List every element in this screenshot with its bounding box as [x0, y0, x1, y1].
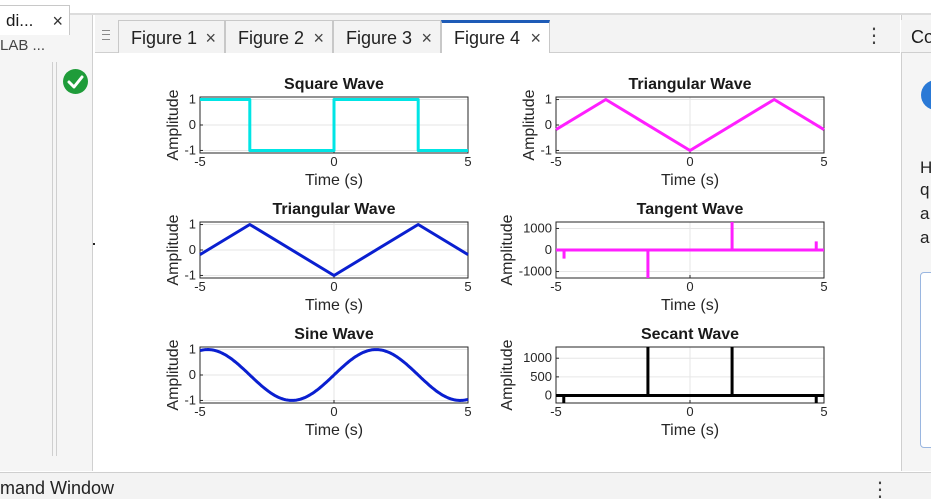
plot-title: Square Wave: [284, 76, 384, 93]
close-icon[interactable]: ×: [205, 21, 216, 55]
y-tick-label: 0: [189, 367, 196, 382]
y-axis-label: Amplitude: [165, 89, 182, 160]
x-axis-label: Time (s): [661, 297, 719, 314]
more-options-icon[interactable]: ⋮: [864, 26, 884, 46]
plot-title: Secant Wave: [641, 326, 739, 343]
x-tick-label: 5: [464, 154, 471, 169]
right-panel-text: a: [920, 204, 930, 223]
plot-title: Tangent Wave: [637, 201, 744, 218]
right-panel-text: H: [920, 158, 931, 177]
right-panel-card: [920, 272, 931, 448]
y-tick-label: -1: [184, 392, 196, 407]
x-tick-label: 0: [686, 404, 693, 419]
right-panel-text: q: [920, 180, 930, 199]
y-tick-label: -1000: [519, 264, 552, 279]
close-icon[interactable]: ×: [52, 6, 63, 35]
close-icon[interactable]: ×: [530, 23, 541, 54]
divider: [52, 62, 53, 456]
y-tick-label: 0: [189, 242, 196, 257]
y-tick-label: -1: [184, 267, 196, 282]
y-tick-label: -1: [184, 142, 196, 157]
x-tick-label: -5: [550, 404, 562, 419]
y-tick-label: 1000: [523, 220, 552, 235]
command-window-header: [0, 472, 931, 499]
tab-label: Figure 2: [238, 28, 305, 48]
left-panel-tab[interactable]: di... ×: [0, 5, 70, 35]
figure-plots: -5 0 5-101Square WaveTime (s)Amplitude-5 0 5…: [165, 76, 828, 439]
tab-label: Figure 3: [346, 28, 413, 48]
x-tick-label: 5: [464, 279, 471, 294]
x-tick-label: 0: [686, 154, 693, 169]
y-tick-label: 1: [189, 217, 196, 232]
y-tick-label: 500: [530, 369, 552, 384]
y-tick-label: 0: [545, 388, 552, 403]
y-tick-label: 1: [189, 92, 196, 107]
x-tick-label: 5: [464, 404, 471, 419]
x-tick-label: 5: [820, 404, 827, 419]
y-tick-label: 1: [189, 342, 196, 357]
x-axis-label: Time (s): [661, 172, 719, 189]
left-panel-tab-label: di...: [6, 11, 34, 30]
x-tick-label: 0: [686, 279, 693, 294]
close-icon[interactable]: ×: [421, 21, 432, 55]
y-axis-label: Amplitude: [521, 89, 538, 160]
x-axis-label: Time (s): [305, 297, 363, 314]
figure-canvas: -5 0 5 -1 0 1 Square Wave Time (s) Amplitude -5 0 5…: [95, 53, 900, 471]
grip-icon[interactable]: [102, 30, 110, 40]
y-axis-label: Amplitude: [165, 214, 182, 285]
x-axis-label: Time (s): [305, 422, 363, 439]
plot-title: Triangular Wave: [273, 201, 396, 218]
x-axis-label: Time (s): [305, 172, 363, 189]
y-tick-label: 0: [545, 117, 552, 132]
close-icon[interactable]: ×: [313, 21, 324, 55]
check-circle-icon: [63, 69, 88, 94]
y-axis-label: Amplitude: [499, 339, 516, 410]
plot-title: Sine Wave: [294, 326, 374, 343]
more-options-icon[interactable]: ⋮: [870, 480, 890, 500]
y-tick-label: 0: [545, 242, 552, 257]
y-axis-label: Amplitude: [499, 214, 516, 285]
y-tick-label: 1000: [523, 350, 552, 365]
tab-figure-1[interactable]: Figure 1 ×: [118, 20, 225, 53]
tab-figure-2[interactable]: Figure 2 ×: [225, 20, 333, 53]
x-tick-label: -5: [550, 279, 562, 294]
plot-title: Triangular Wave: [629, 76, 752, 93]
y-axis-label: Amplitude: [165, 339, 182, 410]
divider: [56, 62, 57, 456]
tab-label: Figure 4: [454, 28, 521, 48]
x-tick-label: 0: [330, 154, 337, 169]
y-tick-label: 0: [189, 117, 196, 132]
x-tick-label: 5: [820, 279, 827, 294]
right-panel-tab[interactable]: Co: [901, 20, 931, 53]
x-tick-label: 5: [820, 154, 827, 169]
right-panel-text: a: [920, 228, 930, 247]
x-axis-label: Time (s): [661, 422, 719, 439]
command-window-title: mand Window: [0, 478, 115, 498]
x-tick-label: 0: [330, 404, 337, 419]
tab-label: Figure 1: [131, 28, 198, 48]
tab-figure-3[interactable]: Figure 3 ×: [333, 20, 441, 53]
tab-figure-4[interactable]: Figure 4 ×: [441, 20, 550, 53]
left-panel-subtitle: LAB ...: [0, 37, 46, 54]
x-tick-label: 0: [330, 279, 337, 294]
y-tick-label: 1: [545, 92, 552, 107]
y-tick-label: -1: [540, 142, 552, 157]
